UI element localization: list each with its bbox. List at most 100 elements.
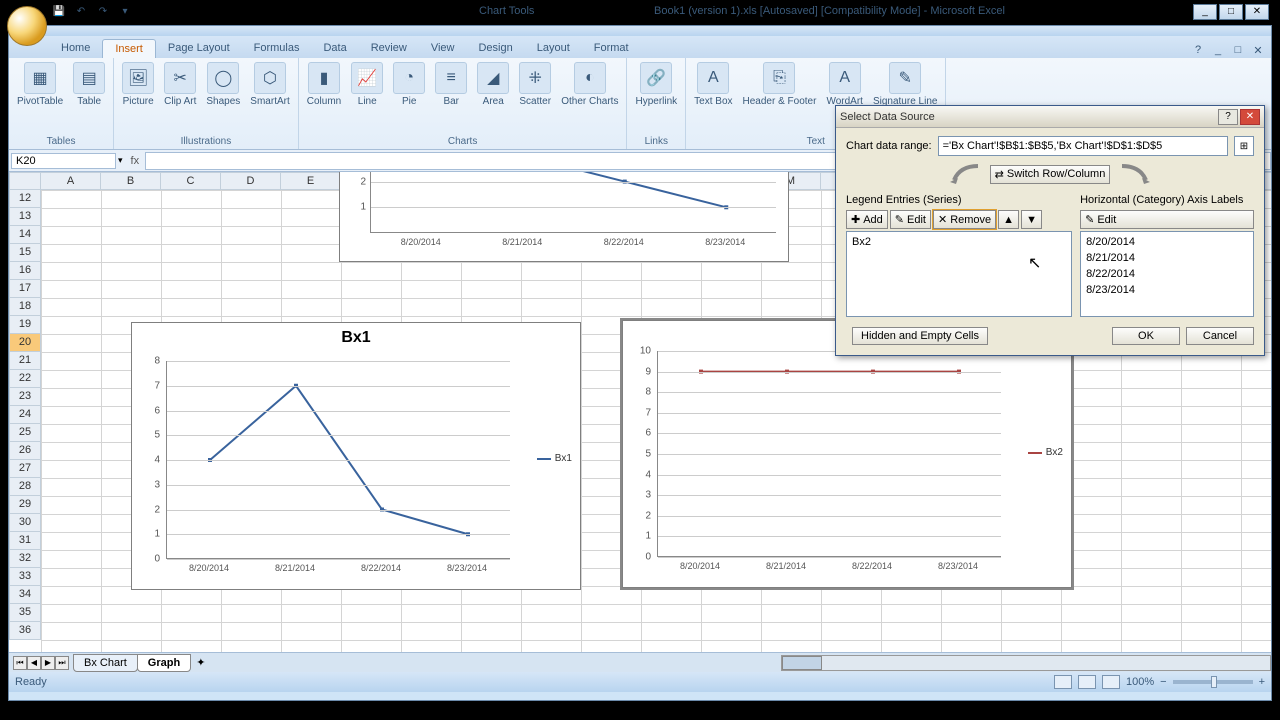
restore-workbook-icon[interactable]: □	[1231, 44, 1245, 58]
row-header-33[interactable]: 33	[9, 568, 41, 586]
shapes-button[interactable]: ◯Shapes	[202, 60, 244, 109]
bar-button[interactable]: ≡Bar	[431, 60, 471, 109]
row-header-21[interactable]: 21	[9, 352, 41, 370]
tab-formulas[interactable]: Formulas	[242, 39, 312, 58]
series-list[interactable]: Bx2	[846, 231, 1072, 317]
tab-home[interactable]: Home	[49, 39, 102, 58]
col-header-E[interactable]: E	[281, 172, 341, 190]
dialog-close-button[interactable]: ✕	[1240, 109, 1260, 125]
prev-sheet-icon[interactable]: ◀	[27, 656, 41, 670]
row-header-36[interactable]: 36	[9, 622, 41, 640]
normal-view-icon[interactable]	[1054, 675, 1072, 689]
switch-row-column-button[interactable]: ⇄ Switch Row/Column	[990, 165, 1111, 184]
line-button[interactable]: 📈Line	[347, 60, 387, 109]
row-header-19[interactable]: 19	[9, 316, 41, 334]
move-up-button[interactable]: ▲	[998, 210, 1019, 229]
col-header-C[interactable]: C	[161, 172, 221, 190]
row-header-23[interactable]: 23	[9, 388, 41, 406]
remove-series-button[interactable]: ✕Remove	[933, 210, 996, 229]
undo-icon[interactable]: ↶	[73, 6, 89, 22]
category-item[interactable]: 8/22/2014	[1083, 266, 1251, 282]
collapse-dialog-icon[interactable]: ⊞	[1234, 136, 1254, 156]
table-button[interactable]: ▤Table	[69, 60, 109, 109]
dialog-help-button[interactable]: ?	[1218, 109, 1238, 125]
row-header-34[interactable]: 34	[9, 586, 41, 604]
namebox-dropdown-icon[interactable]: ▾	[116, 155, 125, 166]
minimize-button[interactable]: _	[1193, 4, 1217, 20]
edit-series-button[interactable]: ✎Edit	[890, 210, 931, 229]
qat-dropdown-icon[interactable]: ▾	[117, 6, 133, 22]
column-button[interactable]: ▮Column	[303, 60, 345, 109]
chart-bx1[interactable]: Bx1 012345678 8/20/20148/21/20148/22/201…	[131, 322, 581, 590]
row-header-17[interactable]: 17	[9, 280, 41, 298]
zoom-level[interactable]: 100%	[1126, 676, 1154, 688]
close-workbook-icon[interactable]: ✕	[1251, 44, 1265, 58]
tab-layout[interactable]: Layout	[525, 39, 582, 58]
row-header-27[interactable]: 27	[9, 460, 41, 478]
hyperlink-button[interactable]: 🔗Hyperlink	[631, 60, 681, 109]
row-header-22[interactable]: 22	[9, 370, 41, 388]
scatter-button[interactable]: ⁜Scatter	[515, 60, 555, 109]
select-all[interactable]	[9, 172, 41, 190]
zoom-in-icon[interactable]: +	[1259, 676, 1265, 688]
page-layout-view-icon[interactable]	[1078, 675, 1096, 689]
maximize-button[interactable]: □	[1219, 4, 1243, 20]
hidden-empty-cells-button[interactable]: Hidden and Empty Cells	[852, 327, 988, 345]
move-down-button[interactable]: ▼	[1021, 210, 1042, 229]
row-header-12[interactable]: 12	[9, 190, 41, 208]
row-header-18[interactable]: 18	[9, 298, 41, 316]
row-header-30[interactable]: 30	[9, 514, 41, 532]
col-header-D[interactable]: D	[221, 172, 281, 190]
text-box-button[interactable]: AText Box	[690, 60, 736, 109]
wordart-button[interactable]: AWordArt	[822, 60, 867, 109]
row-header-32[interactable]: 32	[9, 550, 41, 568]
row-header-20[interactable]: 20	[9, 334, 41, 352]
pivottable-button[interactable]: ▦PivotTable	[13, 60, 67, 109]
row-header-31[interactable]: 31	[9, 532, 41, 550]
cancel-button[interactable]: Cancel	[1186, 327, 1254, 345]
category-item[interactable]: 8/21/2014	[1083, 250, 1251, 266]
clip-art-button[interactable]: ✂Clip Art	[160, 60, 200, 109]
chart-data-range-input[interactable]	[938, 136, 1228, 156]
header-footer-button[interactable]: ⎘Header & Footer	[739, 60, 821, 109]
tab-page-layout[interactable]: Page Layout	[156, 39, 242, 58]
row-header-16[interactable]: 16	[9, 262, 41, 280]
category-item[interactable]: 8/20/2014	[1083, 234, 1251, 250]
fx-icon[interactable]: fx	[125, 155, 146, 167]
zoom-out-icon[interactable]: −	[1160, 676, 1166, 688]
row-header-28[interactable]: 28	[9, 478, 41, 496]
row-header-26[interactable]: 26	[9, 442, 41, 460]
smartart-button[interactable]: ⬡SmartArt	[246, 60, 293, 109]
series-item[interactable]: Bx2	[849, 234, 1069, 250]
row-header-14[interactable]: 14	[9, 226, 41, 244]
area-button[interactable]: ◢Area	[473, 60, 513, 109]
category-list[interactable]: 8/20/20148/21/20148/22/20148/23/2014	[1080, 231, 1254, 317]
category-item[interactable]: 8/23/2014	[1083, 282, 1251, 298]
ok-button[interactable]: OK	[1112, 327, 1180, 345]
row-header-15[interactable]: 15	[9, 244, 41, 262]
tab-format[interactable]: Format	[582, 39, 641, 58]
tab-design[interactable]: Design	[466, 39, 524, 58]
row-header-24[interactable]: 24	[9, 406, 41, 424]
dialog-titlebar[interactable]: Select Data Source ? ✕	[836, 106, 1264, 128]
new-sheet-icon[interactable]: ✦	[190, 656, 211, 669]
tab-view[interactable]: View	[419, 39, 467, 58]
first-sheet-icon[interactable]: ⏮	[13, 656, 27, 670]
close-button[interactable]: ✕	[1245, 4, 1269, 20]
pie-button[interactable]: ◔Pie	[389, 60, 429, 109]
row-header-25[interactable]: 25	[9, 424, 41, 442]
tab-review[interactable]: Review	[359, 39, 419, 58]
save-icon[interactable]: 💾	[51, 6, 67, 22]
next-sheet-icon[interactable]: ▶	[41, 656, 55, 670]
sheet-tab-graph[interactable]: Graph	[137, 654, 191, 672]
picture-button[interactable]: 🖼Picture	[118, 60, 158, 109]
row-header-13[interactable]: 13	[9, 208, 41, 226]
chart-bx2[interactable]: 012345678910 8/20/20148/21/20148/22/2014…	[622, 320, 1072, 588]
help-icon[interactable]: ?	[1191, 44, 1205, 58]
horizontal-scrollbar[interactable]	[781, 655, 1271, 671]
col-header-A[interactable]: A	[41, 172, 101, 190]
row-header-29[interactable]: 29	[9, 496, 41, 514]
tab-data[interactable]: Data	[311, 39, 358, 58]
row-header-35[interactable]: 35	[9, 604, 41, 622]
signature-line-button[interactable]: ✎Signature Line	[869, 60, 942, 109]
